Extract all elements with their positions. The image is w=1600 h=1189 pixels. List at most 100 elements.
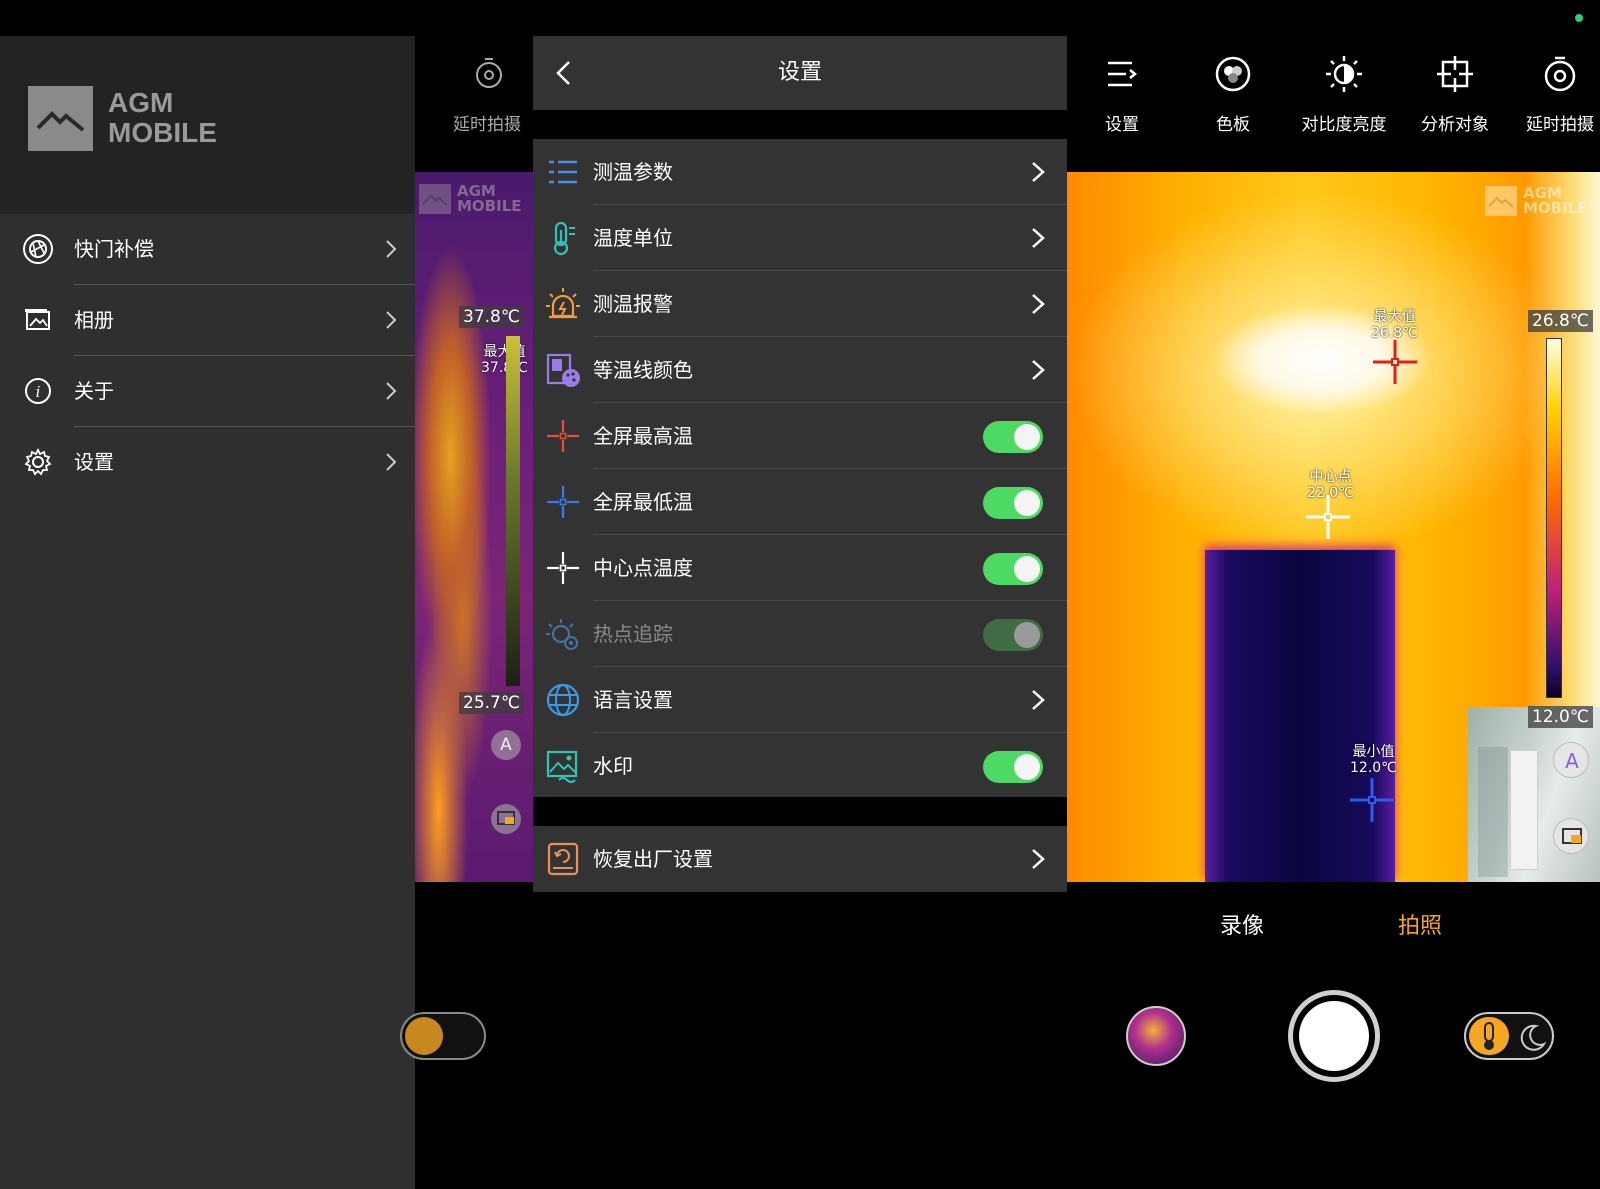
chevron-right-icon — [386, 311, 397, 329]
settings-row-factory-reset[interactable]: 恢复出厂设置 — [533, 826, 1067, 892]
max-temp-toggle[interactable] — [983, 421, 1043, 453]
row-label: 恢复出厂设置 — [593, 847, 713, 871]
pip-icon — [497, 811, 515, 825]
sidebar-item-about[interactable]: i 关于 — [0, 356, 415, 426]
settings-row-isotherm-color[interactable]: 等温线颜色 — [533, 337, 1067, 403]
chevron-right-icon — [1032, 162, 1045, 182]
svg-text:A: A — [1565, 749, 1579, 773]
settings-row-center-temp: 中心点温度 — [533, 535, 1067, 601]
thermal-mode-toggle[interactable] — [1464, 1012, 1554, 1060]
row-label: 水印 — [593, 754, 633, 778]
tool-label: 设置 — [1105, 115, 1139, 135]
settings-panel: 设置 测温参数 温度单位 测温报警 等温线颜色 全屏最高温 全屏最低温 中心点温… — [533, 36, 1067, 892]
gallery-thumbnail[interactable] — [1126, 1006, 1186, 1066]
camera-toolbar: 设置 色板 对比度亮度 分析对象 延时拍摄 — [1067, 36, 1600, 172]
timer-icon — [1544, 56, 1576, 92]
center-temp-toggle[interactable] — [983, 553, 1043, 585]
row-label: 热点追踪 — [593, 622, 673, 646]
sidebar-item-album[interactable]: 相册 — [0, 285, 415, 355]
auto-mode-button[interactable]: A — [1553, 742, 1589, 778]
row-label: 温度单位 — [593, 226, 673, 250]
pip-button[interactable] — [491, 804, 521, 834]
thermal-mode-toggle[interactable] — [400, 1012, 486, 1060]
min-crosshair-icon — [1350, 778, 1394, 822]
gear-icon — [24, 447, 52, 476]
row-label: 中心点温度 — [593, 556, 693, 580]
tool-analysis-object[interactable]: 分析对象 — [1400, 54, 1510, 164]
aperture-icon — [23, 234, 53, 264]
toggle-knob — [1014, 490, 1040, 516]
tool-label: 延时拍摄 — [1526, 115, 1594, 135]
tool-label: 分析对象 — [1421, 115, 1489, 135]
chevron-right-icon — [386, 382, 397, 400]
tool-timer[interactable]: 延时拍摄 — [1505, 54, 1600, 164]
toggle-knob — [1014, 622, 1040, 648]
thermometer-icon — [1469, 1017, 1509, 1055]
back-arrow-icon[interactable] — [549, 58, 579, 88]
auto-a-icon: A — [1565, 749, 1579, 773]
sidebar: AGM MOBILE 快门补偿 相册 i 关于 设置 — [0, 36, 415, 1189]
row-label: 全屏最低温 — [593, 490, 693, 514]
chevron-right-icon — [386, 453, 397, 471]
tool-label: 对比度亮度 — [1301, 115, 1387, 135]
tool-contrast-brightness[interactable]: 对比度亮度 — [1289, 54, 1399, 164]
alarm-icon — [546, 288, 580, 319]
shutter-button[interactable] — [1288, 990, 1380, 1082]
toggle-knob — [1014, 754, 1040, 780]
settings-row-temp-unit[interactable]: 温度单位 — [533, 205, 1067, 271]
tool-settings[interactable]: 设置 — [1067, 54, 1177, 164]
chevron-right-icon — [1032, 360, 1045, 380]
sidebar-item-label: 设置 — [74, 450, 114, 474]
auto-mode-button[interactable]: A — [491, 730, 521, 760]
row-label: 等温线颜色 — [593, 358, 693, 382]
window-frame — [1478, 747, 1508, 877]
door-region — [1205, 550, 1395, 882]
timer-label: 延时拍摄 — [453, 115, 521, 135]
moon-icon — [1520, 1024, 1547, 1051]
target-icon — [1437, 56, 1473, 92]
toggle-knob — [1014, 556, 1040, 582]
mode-video[interactable]: 录像 — [1220, 908, 1264, 940]
album-icon — [25, 309, 50, 330]
hotspot-toggle[interactable] — [983, 619, 1043, 651]
thermometer-icon — [405, 1017, 443, 1055]
min-temp-toggle[interactable] — [983, 487, 1043, 519]
brand-line2: MOBILE — [108, 117, 217, 148]
palette-circle-icon — [1215, 56, 1251, 92]
min-marker-label: 最小值 12.0℃ — [1350, 744, 1397, 776]
max-marker-label: 最大值 26.8℃ — [1371, 309, 1418, 341]
brand-line1: AGM — [108, 87, 174, 118]
settings-row-measurement-params[interactable]: 测温参数 — [533, 139, 1067, 205]
info-icon: i — [25, 378, 51, 404]
thermometer-list-icon — [549, 160, 577, 184]
row-label: 语言设置 — [593, 688, 673, 712]
sidebar-item-shutter-compensation[interactable]: 快门补偿 — [0, 214, 415, 284]
middle-color-scale — [506, 336, 520, 686]
row-label: 测温参数 — [593, 160, 673, 184]
globe-icon — [546, 683, 580, 717]
center-crosshair-icon — [1306, 495, 1350, 539]
settings-row-temp-alarm[interactable]: 测温报警 — [533, 271, 1067, 337]
chevron-right-icon — [1032, 690, 1045, 710]
watermark-text: AGM MOBILE — [1523, 184, 1588, 217]
watermark-toggle[interactable] — [983, 751, 1043, 783]
agm-logo-icon — [28, 86, 93, 151]
sidebar-header: AGM MOBILE — [0, 36, 415, 214]
pip-icon — [1562, 828, 1582, 844]
scale-max-label: 37.8℃ — [459, 306, 524, 328]
sidebar-item-label: 相册 — [74, 308, 114, 332]
row-label: 测温报警 — [593, 292, 673, 316]
sidebar-item-label: 快门补偿 — [74, 237, 154, 261]
sidebar-item-settings[interactable]: 设置 — [0, 427, 415, 497]
settings-row-language[interactable]: 语言设置 — [533, 667, 1067, 733]
palette-icon — [546, 353, 580, 387]
timer-icon[interactable] — [473, 56, 505, 90]
page-title: 设置 — [777, 60, 822, 85]
settings-row-screen-min-temp: 全屏最低温 — [533, 469, 1067, 535]
tool-palette[interactable]: 色板 — [1178, 54, 1288, 164]
max-marker-label: 最大值 37.8℃ — [481, 344, 528, 376]
toggle-knob — [1014, 424, 1040, 450]
pip-button[interactable] — [1553, 818, 1589, 854]
brand-wordmark: AGM MOBILE — [108, 88, 217, 148]
mode-photo[interactable]: 拍照 — [1398, 908, 1442, 940]
